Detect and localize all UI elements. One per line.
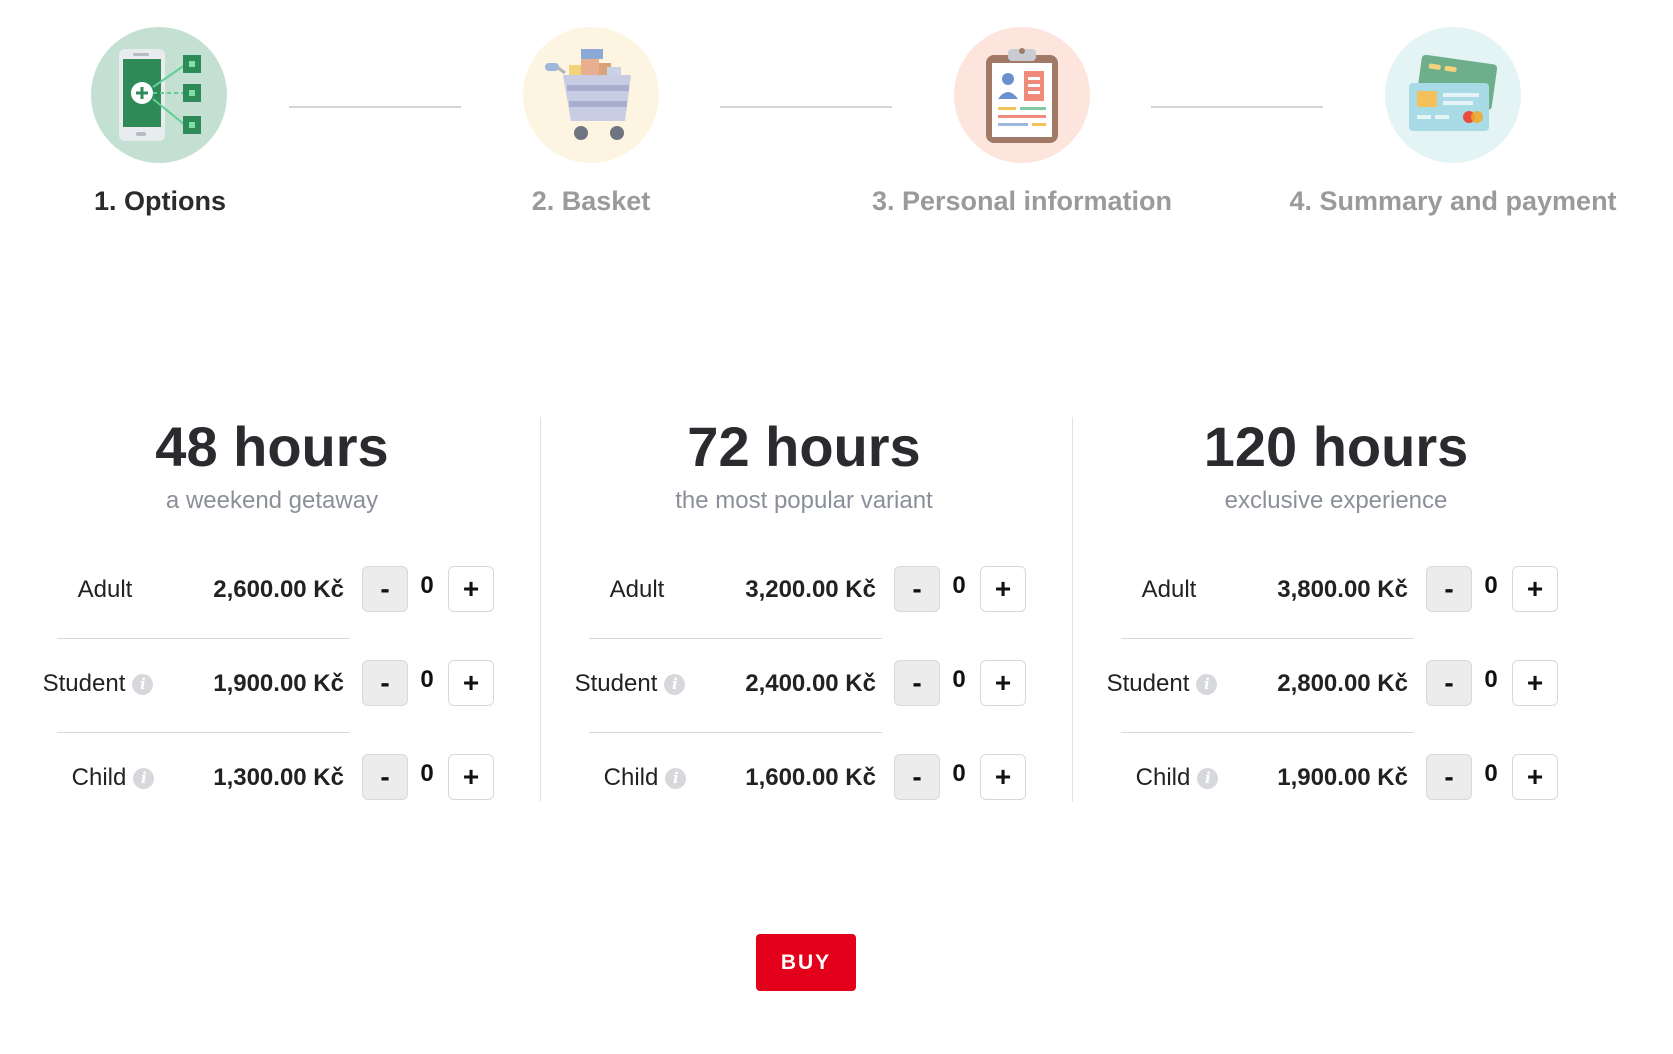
step-summary-circle bbox=[1385, 27, 1521, 163]
info-icon[interactable]: i bbox=[665, 768, 687, 790]
step-basket-circle bbox=[523, 27, 659, 163]
plan-48-hours: 48 hours a weekend getaway Adult 2,600.0… bbox=[8, 415, 536, 805]
ticket-type-label: Student i bbox=[23, 660, 173, 708]
info-icon[interactable]: i bbox=[664, 674, 686, 696]
decrease-button[interactable]: - bbox=[894, 566, 940, 612]
plan-subtitle: exclusive experience bbox=[1224, 487, 1448, 514]
ticket-row-child: Child i 1,300.00 Kč - 0 + bbox=[8, 754, 536, 802]
ticket-row-adult: Adult 2,600.00 Kč - 0 + bbox=[8, 566, 536, 639]
ticket-row-child: Child i 1,600.00 Kč - 0 + bbox=[540, 754, 1068, 802]
step-label: 3. Personal information bbox=[871, 186, 1173, 216]
shopping-cart-icon bbox=[545, 49, 631, 140]
increase-button[interactable]: + bbox=[1512, 566, 1558, 612]
ticket-row-child: Child i 1,900.00 Kč - 0 + bbox=[1072, 754, 1600, 802]
increase-button[interactable]: + bbox=[448, 660, 494, 706]
ticket-price: 2,400.00 Kč bbox=[745, 670, 876, 697]
quantity-value: 0 bbox=[420, 760, 434, 787]
info-icon[interactable]: i bbox=[133, 768, 155, 790]
row-divider bbox=[57, 638, 350, 639]
increase-button[interactable]: + bbox=[980, 566, 1026, 612]
ticket-row-student: Student i 2,400.00 Kč - 0 + bbox=[540, 660, 1068, 733]
increase-button[interactable]: + bbox=[980, 754, 1026, 800]
quantity-value: 0 bbox=[952, 760, 966, 787]
plan-subtitle: the most popular variant bbox=[675, 487, 933, 514]
step-label: 1. Options bbox=[93, 186, 226, 216]
row-divider bbox=[57, 732, 350, 733]
decrease-button[interactable]: - bbox=[362, 660, 408, 706]
increase-button[interactable]: + bbox=[448, 754, 494, 800]
buy-button[interactable]: BUY bbox=[756, 934, 856, 991]
step-connector bbox=[720, 106, 892, 108]
info-icon[interactable]: i bbox=[1197, 768, 1219, 790]
ticket-price: 2,600.00 Kč bbox=[213, 576, 344, 603]
quantity-value: 0 bbox=[420, 572, 434, 599]
ticket-row-adult: Adult 3,200.00 Kč - 0 + bbox=[540, 566, 1068, 639]
ticket-price: 2,800.00 Kč bbox=[1277, 670, 1408, 697]
decrease-button[interactable]: - bbox=[894, 754, 940, 800]
ticket-row-student: Student i 1,900.00 Kč - 0 + bbox=[8, 660, 536, 733]
decrease-button[interactable]: - bbox=[1426, 754, 1472, 800]
decrease-button[interactable]: - bbox=[1426, 660, 1472, 706]
row-divider bbox=[1121, 638, 1414, 639]
ticket-price: 3,800.00 Kč bbox=[1277, 576, 1408, 603]
plan-title: 48 hours bbox=[155, 415, 389, 478]
plan-subtitle: a weekend getaway bbox=[165, 487, 379, 514]
quantity-value: 0 bbox=[1484, 572, 1498, 599]
decrease-button[interactable]: - bbox=[362, 754, 408, 800]
quantity-value: 0 bbox=[1484, 666, 1498, 693]
clipboard-id-icon bbox=[986, 48, 1058, 143]
row-divider bbox=[589, 638, 882, 639]
ticket-price: 1,300.00 Kč bbox=[213, 764, 344, 791]
increase-button[interactable]: + bbox=[1512, 754, 1558, 800]
quantity-value: 0 bbox=[952, 572, 966, 599]
quantity-value: 0 bbox=[420, 666, 434, 693]
row-divider bbox=[589, 732, 882, 733]
decrease-button[interactable]: - bbox=[362, 566, 408, 612]
plan-120-hours: 120 hours exclusive experience Adult 3,8… bbox=[1072, 415, 1600, 805]
ticket-type-label: Student i bbox=[1087, 660, 1237, 708]
ticket-price: 1,900.00 Kč bbox=[213, 670, 344, 697]
info-icon[interactable]: i bbox=[132, 674, 154, 696]
decrease-button[interactable]: - bbox=[894, 660, 940, 706]
plan-title: 72 hours bbox=[687, 415, 921, 478]
step-label: 2. Basket bbox=[531, 186, 651, 216]
quantity-value: 0 bbox=[952, 666, 966, 693]
step-options-circle bbox=[91, 27, 227, 163]
step-connector bbox=[289, 106, 461, 108]
increase-button[interactable]: + bbox=[1512, 660, 1558, 706]
step-connector bbox=[1151, 106, 1323, 108]
increase-button[interactable]: + bbox=[980, 660, 1026, 706]
plan-title: 120 hours bbox=[1203, 415, 1469, 478]
step-personal-circle bbox=[954, 27, 1090, 163]
increase-button[interactable]: + bbox=[448, 566, 494, 612]
payment-cards-icon bbox=[1409, 54, 1498, 131]
ticket-row-adult: Adult 3,800.00 Kč - 0 + bbox=[1072, 566, 1600, 639]
ticket-price: 1,600.00 Kč bbox=[745, 764, 876, 791]
plan-72-hours: 72 hours the most popular variant Adult … bbox=[540, 415, 1068, 805]
step-label: 4. Summary and payment bbox=[1289, 186, 1617, 216]
ticket-price: 3,200.00 Kč bbox=[745, 576, 876, 603]
ticket-type-label: Student i bbox=[555, 660, 705, 708]
quantity-value: 0 bbox=[1484, 760, 1498, 787]
info-icon[interactable]: i bbox=[1196, 674, 1218, 696]
row-divider bbox=[1121, 732, 1414, 733]
phone-options-icon bbox=[119, 49, 201, 141]
decrease-button[interactable]: - bbox=[1426, 566, 1472, 612]
ticket-row-student: Student i 2,800.00 Kč - 0 + bbox=[1072, 660, 1600, 733]
ticket-price: 1,900.00 Kč bbox=[1277, 764, 1408, 791]
